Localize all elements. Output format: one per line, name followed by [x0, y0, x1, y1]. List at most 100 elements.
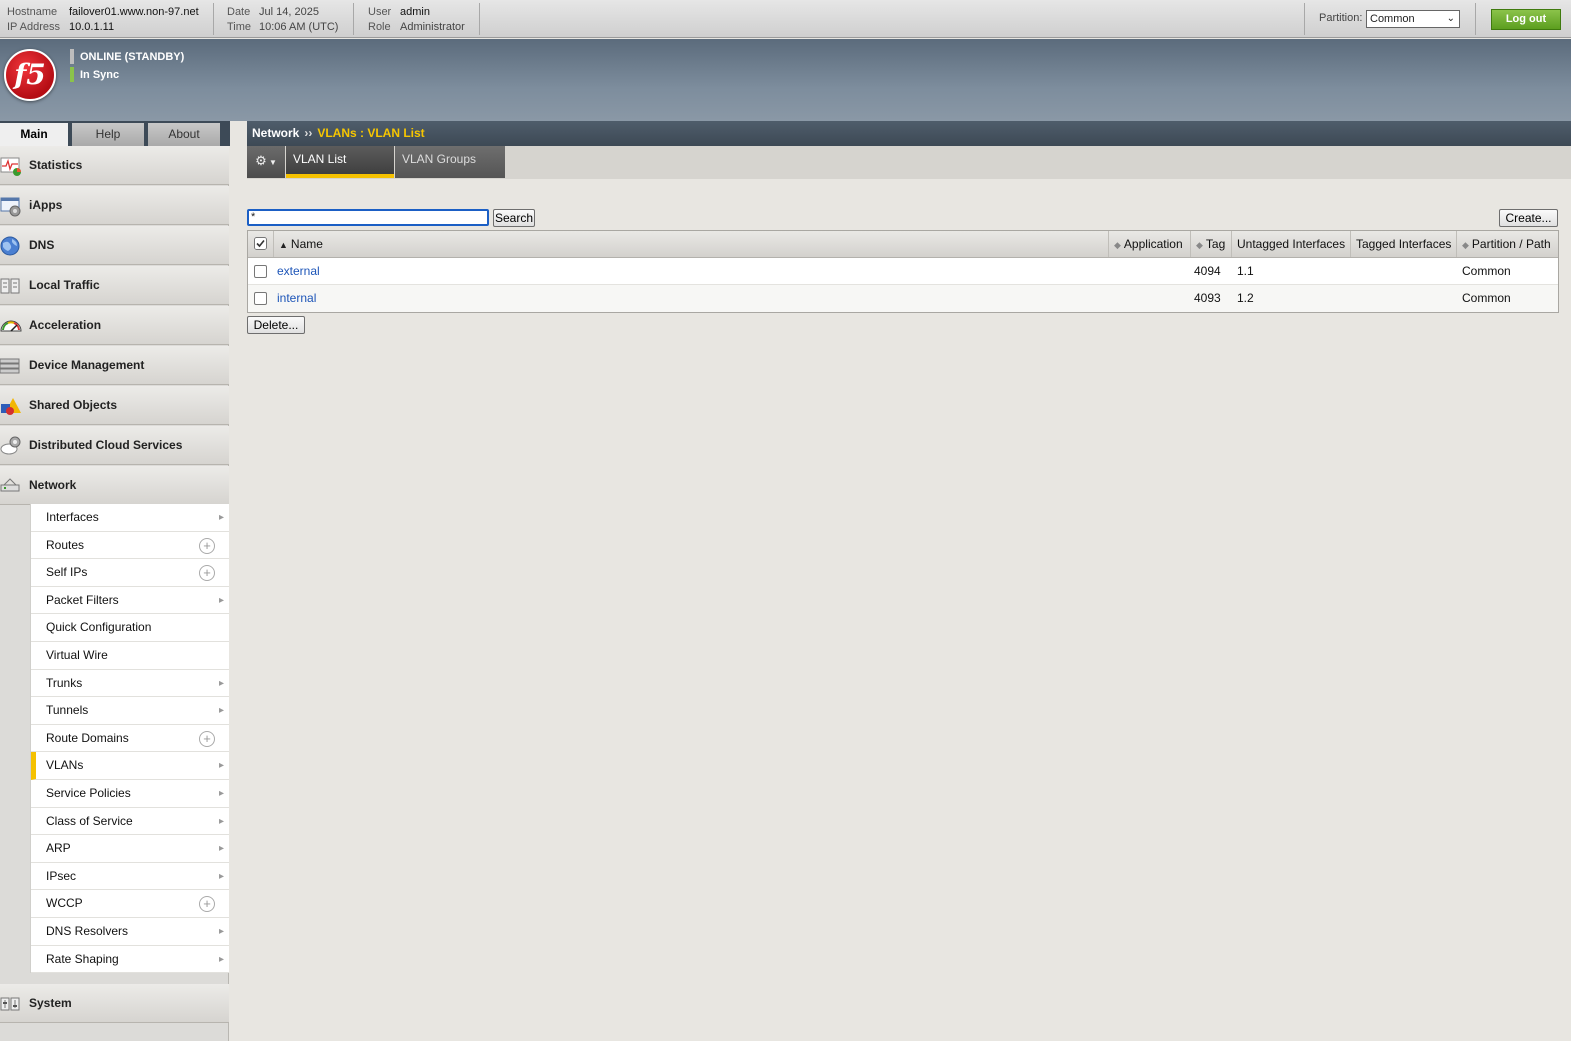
subnav-item-route-domains[interactable]: Route Domains +: [31, 725, 229, 753]
gear-menu-button[interactable]: ⚙ ▼: [247, 146, 285, 178]
sidebar-item-shared-objects[interactable]: Shared Objects: [0, 386, 229, 425]
vlan-name[interactable]: external: [277, 264, 320, 278]
column-header-partition-path[interactable]: ◆ Partition / Path: [1457, 231, 1559, 257]
vlan-name-link[interactable]: internal: [277, 285, 316, 312]
column-header-name[interactable]: ▲ Name: [274, 231, 1109, 257]
sidebar-item-label: iApps: [29, 198, 63, 212]
sidebar-item-label: Acceleration: [29, 318, 102, 332]
table-row: external 4094 1.1 Common: [248, 258, 1558, 285]
untagged-interfaces-cell: 1.1: [1237, 264, 1254, 278]
iapps-icon: [0, 197, 21, 217]
column-header-tag[interactable]: ◆ Tag: [1191, 231, 1232, 257]
subnav-item-wccp[interactable]: WCCP +: [31, 890, 229, 918]
tab-vlan-list[interactable]: VLAN List: [286, 146, 394, 178]
subnav-item-label: Interfaces: [46, 510, 99, 524]
f5-logo[interactable]: f5: [4, 49, 56, 101]
network-icon: [0, 478, 20, 492]
create-button[interactable]: Create...: [1499, 209, 1558, 227]
chevron-right-icon: ▸: [218, 677, 224, 689]
partition-label: Partition:: [1319, 12, 1363, 24]
sidebar-item-iapps[interactable]: iApps: [0, 186, 229, 225]
sidebar-item-acceleration[interactable]: Acceleration: [0, 306, 229, 345]
delete-button[interactable]: Delete...: [247, 316, 305, 334]
sidebar-item-device-management[interactable]: Device Management: [0, 346, 229, 385]
sidebar-item-distributed-cloud-services[interactable]: Distributed Cloud Services: [0, 426, 229, 465]
subnav-item-label: Rate Shaping: [46, 951, 119, 966]
tab-main[interactable]: Main: [0, 123, 68, 146]
add-icon[interactable]: +: [199, 730, 215, 747]
subnav-item-routes[interactable]: Routes +: [31, 532, 229, 560]
user-label: User: [368, 6, 392, 18]
sidebar-item-statistics[interactable]: Statistics: [0, 146, 229, 185]
subnav-item-virtual-wire[interactable]: Virtual Wire: [31, 642, 229, 670]
breadcrumb-root[interactable]: Network: [252, 126, 299, 140]
divider: [1475, 3, 1476, 35]
main-tab-bar: Main Help About: [0, 121, 230, 146]
subnav-item-label: Trunks: [46, 675, 83, 690]
search-input[interactable]: *: [247, 209, 489, 226]
chevron-right-icon: ▸: [218, 843, 224, 855]
select-all-cell: [248, 231, 274, 257]
shapes-icon: [1, 398, 21, 415]
tab-vlan-groups[interactable]: VLAN Groups: [395, 146, 505, 178]
sync-status[interactable]: In Sync: [70, 67, 119, 83]
sidebar-item-system[interactable]: System: [0, 984, 229, 1023]
breadcrumb: Network ›› VLANs : VLAN List: [247, 121, 1571, 146]
column-header-tagged-interfaces[interactable]: Tagged Interfaces: [1351, 231, 1457, 257]
vlan-name-link[interactable]: external: [277, 258, 320, 285]
add-icon[interactable]: +: [199, 896, 215, 913]
header-banner: f5 ONLINE (STANDBY) In Sync: [0, 39, 1571, 121]
subnav-item-trunks[interactable]: Trunks ▸: [31, 670, 229, 698]
subnav-item-label: Routes: [46, 537, 85, 552]
add-icon[interactable]: +: [199, 565, 215, 582]
sidebar-item-dns[interactable]: DNS: [0, 226, 229, 265]
divider: [479, 3, 480, 35]
device-status-text: ONLINE (STANDBY): [80, 51, 185, 63]
subnav-item-quick-configuration[interactable]: Quick Configuration: [31, 614, 229, 642]
column-header-application[interactable]: ◆ Application: [1109, 231, 1191, 257]
device-status: ONLINE (STANDBY): [70, 49, 184, 65]
sync-status-text: In Sync: [80, 69, 120, 81]
hostname-label: Hostname: [7, 6, 58, 18]
subnav-item-rate-shaping[interactable]: Rate Shaping ▸: [31, 946, 229, 974]
column-header-label: Tagged Interfaces: [1356, 237, 1452, 251]
hostname-value: failover01.www.non-97.net: [69, 6, 199, 18]
tag-cell: 4093: [1194, 291, 1221, 305]
subnav-item-dns-resolvers[interactable]: DNS Resolvers ▸: [31, 918, 229, 946]
sidebar-item-label: Network: [29, 478, 77, 492]
date-value: Jul 14, 2025: [259, 6, 319, 18]
sidebar-item-local-traffic[interactable]: Local Traffic: [0, 266, 229, 305]
column-header-untagged-interfaces[interactable]: Untagged Interfaces: [1232, 231, 1351, 257]
subnav-item-label: ARP: [46, 841, 71, 856]
subnav-item-arp[interactable]: ARP ▸: [31, 835, 229, 863]
search-button[interactable]: Search: [493, 209, 535, 227]
subnav-item-packet-filters[interactable]: Packet Filters ▸: [31, 587, 229, 615]
select-all-checkbox[interactable]: [254, 237, 267, 250]
add-icon[interactable]: +: [199, 537, 215, 554]
tab-help[interactable]: Help: [72, 123, 144, 146]
logout-button[interactable]: Log out: [1491, 9, 1561, 30]
tab-about[interactable]: About: [148, 123, 220, 146]
chevron-right-icon: ▸: [218, 925, 224, 937]
chevron-right-icon: ▸: [218, 512, 224, 523]
vlan-table: ▲ Name ◆ Application ◆ Tag Untagged Interfa…: [247, 230, 1559, 313]
subnav-item-label: DNS Resolvers: [46, 923, 129, 938]
subnav-item-ipsec[interactable]: IPsec ▸: [31, 863, 229, 891]
subnav-item-self-ips[interactable]: Self IPs +: [31, 559, 229, 587]
sort-icon: ◆: [1114, 240, 1121, 250]
row-checkbox[interactable]: [254, 292, 267, 305]
subnav-item-interfaces[interactable]: Interfaces ▸: [31, 504, 229, 532]
partition-select[interactable]: Common ⌄: [1366, 10, 1460, 28]
vlan-name[interactable]: internal: [277, 291, 316, 305]
cloud-gear-icon: [0, 436, 21, 455]
subnav-item-vlans[interactable]: VLANs ▸: [31, 752, 229, 780]
subnav-item-class-of-service[interactable]: Class of Service ▸: [31, 808, 229, 836]
subnav-item-label: Packet Filters: [46, 592, 119, 607]
sidebar-item-network[interactable]: Network: [0, 466, 229, 505]
subnav-item-service-policies[interactable]: Service Policies ▸: [31, 780, 229, 808]
sidebar-item-label: Shared Objects: [29, 398, 118, 412]
chevron-right-icon: ▸: [218, 594, 224, 606]
row-checkbox[interactable]: [254, 265, 267, 278]
divider: [353, 3, 354, 35]
subnav-item-tunnels[interactable]: Tunnels ▸: [31, 697, 229, 725]
